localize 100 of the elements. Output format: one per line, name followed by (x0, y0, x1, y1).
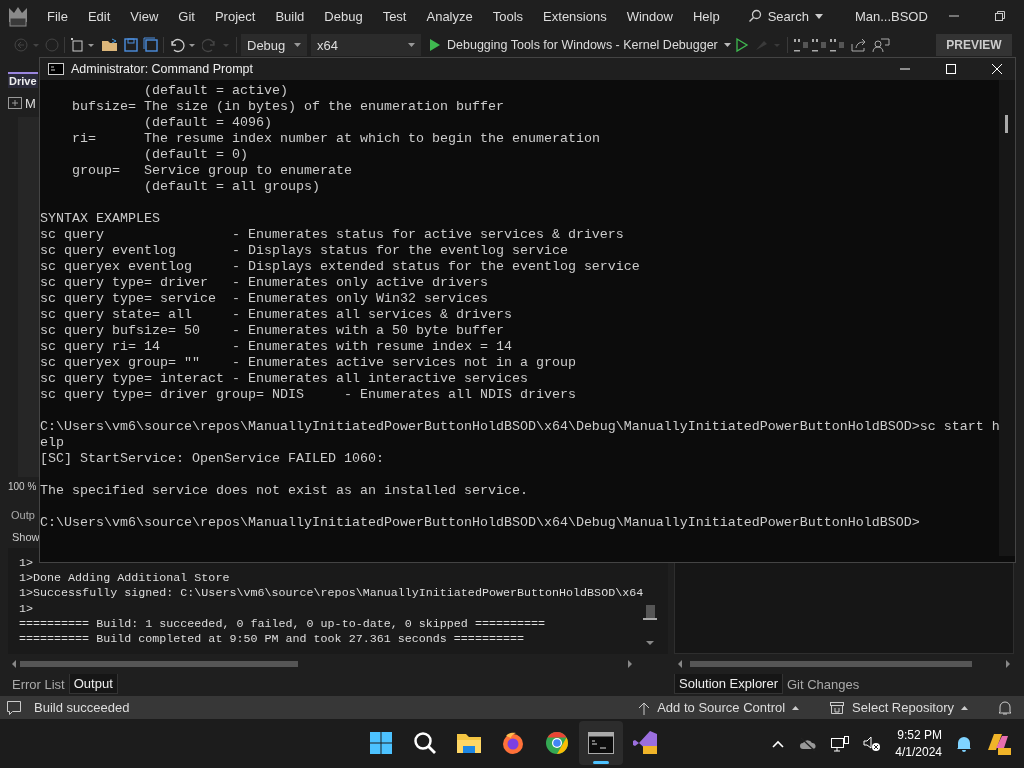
console-line: sc query type= service - Enumerates only Win32 services (40, 291, 489, 307)
chevron-up-icon[interactable] (771, 738, 786, 749)
console-line: The specified service does not exist as an installed service. (40, 483, 529, 499)
menu-item[interactable]: Help (692, 8, 720, 24)
console-line: C:\Users\vm6\source\repos\ManuallyInitiatedPowerButtonHoldBSOD\x64\Debug\ManuallyInitiatedPowerButtonHoldBSOD>sc start help (40, 419, 999, 451)
show-output-label: Show (12, 531, 40, 543)
close-icon[interactable] (991, 63, 1003, 75)
caret-icon (408, 43, 415, 47)
console-line: ri= The resume index number at which to begin the enumeration (71, 131, 601, 147)
save-icon[interactable] (123, 37, 139, 53)
clock-time[interactable]: 9:52 PM (897, 726, 942, 744)
console-line: sc query bufsize= 50 - Enumerates with a 50 byte buffer (40, 323, 505, 339)
play-icon (429, 38, 441, 52)
caret-icon (961, 705, 968, 710)
menu-item[interactable]: Project (214, 8, 256, 24)
output-line: ========== Build: 1 succeeded, 0 failed, 0 up-to-date, 0 skipped ========== (19, 616, 547, 632)
window-title: Administrator: Command Prompt (71, 62, 253, 76)
output-line: 1>Successfully signed: C:\Users\vm6\source\repos\ManuallyInitiatedPowerButtonHoldBSOD\x64 (19, 586, 644, 602)
cloud-off-icon[interactable] (799, 736, 818, 751)
repository-icon (829, 700, 846, 715)
status-message: Build succeeded (34, 700, 130, 715)
folder-icon (456, 732, 482, 754)
console-line: sc query ri= 14 - Enumerates with resume index = 14 (40, 339, 513, 355)
select-repository-button[interactable]: Select Repository (829, 700, 968, 715)
menu-item[interactable]: View (130, 8, 159, 24)
notification-bell-icon[interactable] (956, 734, 972, 753)
search-icon (413, 731, 437, 755)
debug-target-button[interactable]: Debugging Tools for Windows - Kernel Debugger (429, 38, 731, 52)
search-button[interactable]: Search (747, 8, 823, 24)
console-line: sc query - Enumerates status for active services & drivers (40, 227, 625, 243)
network-icon[interactable] (831, 735, 850, 752)
output-title: Outp (11, 509, 35, 521)
search-icon (747, 9, 762, 23)
console-line: (default = 0) (143, 147, 249, 163)
command-prompt-icon (48, 63, 64, 75)
menu-item[interactable]: Window (626, 8, 673, 24)
console-line: group= Service group to enumerate (71, 163, 353, 179)
panel-tab[interactable]: Output (68, 674, 118, 694)
start-without-debugging-icon[interactable] (734, 37, 749, 53)
clock-date[interactable]: 4/1/2024 (895, 743, 942, 761)
preview-button[interactable]: PREVIEW (936, 34, 1012, 56)
add-to-source-control-button[interactable]: Add to Source Control (638, 700, 800, 715)
panel-tab[interactable]: Git Changes (783, 674, 864, 694)
platform-dropdown[interactable]: x64 (311, 34, 421, 56)
output-line: 1>Done Adding Additional Store (19, 571, 231, 587)
caret-icon (723, 43, 731, 47)
windows-logo-icon (369, 731, 393, 755)
console-line: sc queryex group= "" - Enumerates active services not in a group (40, 355, 577, 371)
layout-grid-icon[interactable] (791, 37, 846, 53)
share-icon[interactable] (849, 37, 868, 53)
console-line: sc query state= all - Enumerates all services & drivers (40, 307, 513, 323)
panel-tab[interactable]: Error List (8, 674, 69, 694)
menu-item[interactable]: Tools (492, 8, 524, 24)
solution-name: Man...BSOD (854, 8, 928, 24)
fox-globe-icon (501, 731, 525, 755)
console-line: sc query type= driver - Enumerates only active drivers (40, 275, 489, 291)
notification-bell-icon[interactable] (998, 699, 1012, 716)
feedback-icon[interactable] (871, 37, 890, 53)
caret-icon (792, 705, 800, 710)
caret-icon (814, 13, 823, 19)
panel-tab[interactable]: Solution Explorer (674, 674, 783, 694)
caret-icon (294, 43, 301, 47)
menu-item[interactable]: Test (382, 8, 407, 24)
taskbar-app-button[interactable] (579, 721, 623, 765)
vertical-scrollbar[interactable] (999, 80, 1015, 556)
console-line: (default = active) (143, 83, 289, 99)
menu-item[interactable]: Edit (87, 8, 111, 24)
menu-item[interactable]: Extensions (543, 8, 607, 24)
document-tab[interactable]: Drive (8, 72, 38, 88)
chrome-icon (545, 731, 569, 755)
comment-icon (6, 699, 22, 716)
undo-icon[interactable] (168, 37, 198, 53)
console-line: sc queryex eventlog - Displays extended status for the eventlog service (40, 259, 641, 275)
console-line: C:\Users\vm6\source\repos\ManuallyInitiatedPowerButtonHoldBSOD\x64\Debug\ManuallyInitiatedPowerButtonHoldBSOD> (40, 515, 921, 531)
console-line: bufsize= The size (in bytes) of the enumeration buffer (71, 99, 505, 115)
expand-icon[interactable] (8, 97, 22, 109)
console-line: [SC] StartService: OpenService FAILED 1060: (40, 451, 385, 467)
speaker-muted-icon[interactable] (863, 735, 882, 752)
console-line: (default = 4096) (143, 115, 273, 131)
menu-item[interactable]: Analyze (426, 8, 473, 24)
output-line: ========== Build completed at 9:50 PM and took 27.361 seconds ========== (19, 632, 525, 648)
menu-item[interactable]: File (47, 8, 68, 24)
output-line: 1> (19, 601, 35, 617)
console-line: (default = all groups) (143, 179, 321, 195)
zoom-level[interactable]: 100 % (8, 481, 37, 492)
command-prompt-icon (588, 732, 614, 754)
save-all-icon[interactable] (143, 37, 159, 53)
console-line: SYNTAX EXAMPLES (40, 211, 161, 227)
console-line: sc query eventlog - Displays status for the eventlog service (40, 243, 569, 259)
arrow-up-icon (638, 700, 651, 715)
new-project-icon[interactable] (69, 37, 97, 53)
open-folder-icon[interactable] (101, 37, 119, 53)
menu-item[interactable]: Build (275, 8, 305, 24)
console-line: sc query type= driver group= NDIS - Enumerates all NDIS drivers (40, 387, 577, 403)
configuration-dropdown[interactable]: Debug (241, 34, 307, 56)
member-label[interactable]: M (25, 95, 36, 111)
maximize-icon[interactable] (945, 63, 957, 75)
restore-icon[interactable] (993, 10, 1006, 22)
menu-item[interactable]: Git (178, 8, 195, 24)
menu-item[interactable]: Debug (324, 8, 363, 24)
